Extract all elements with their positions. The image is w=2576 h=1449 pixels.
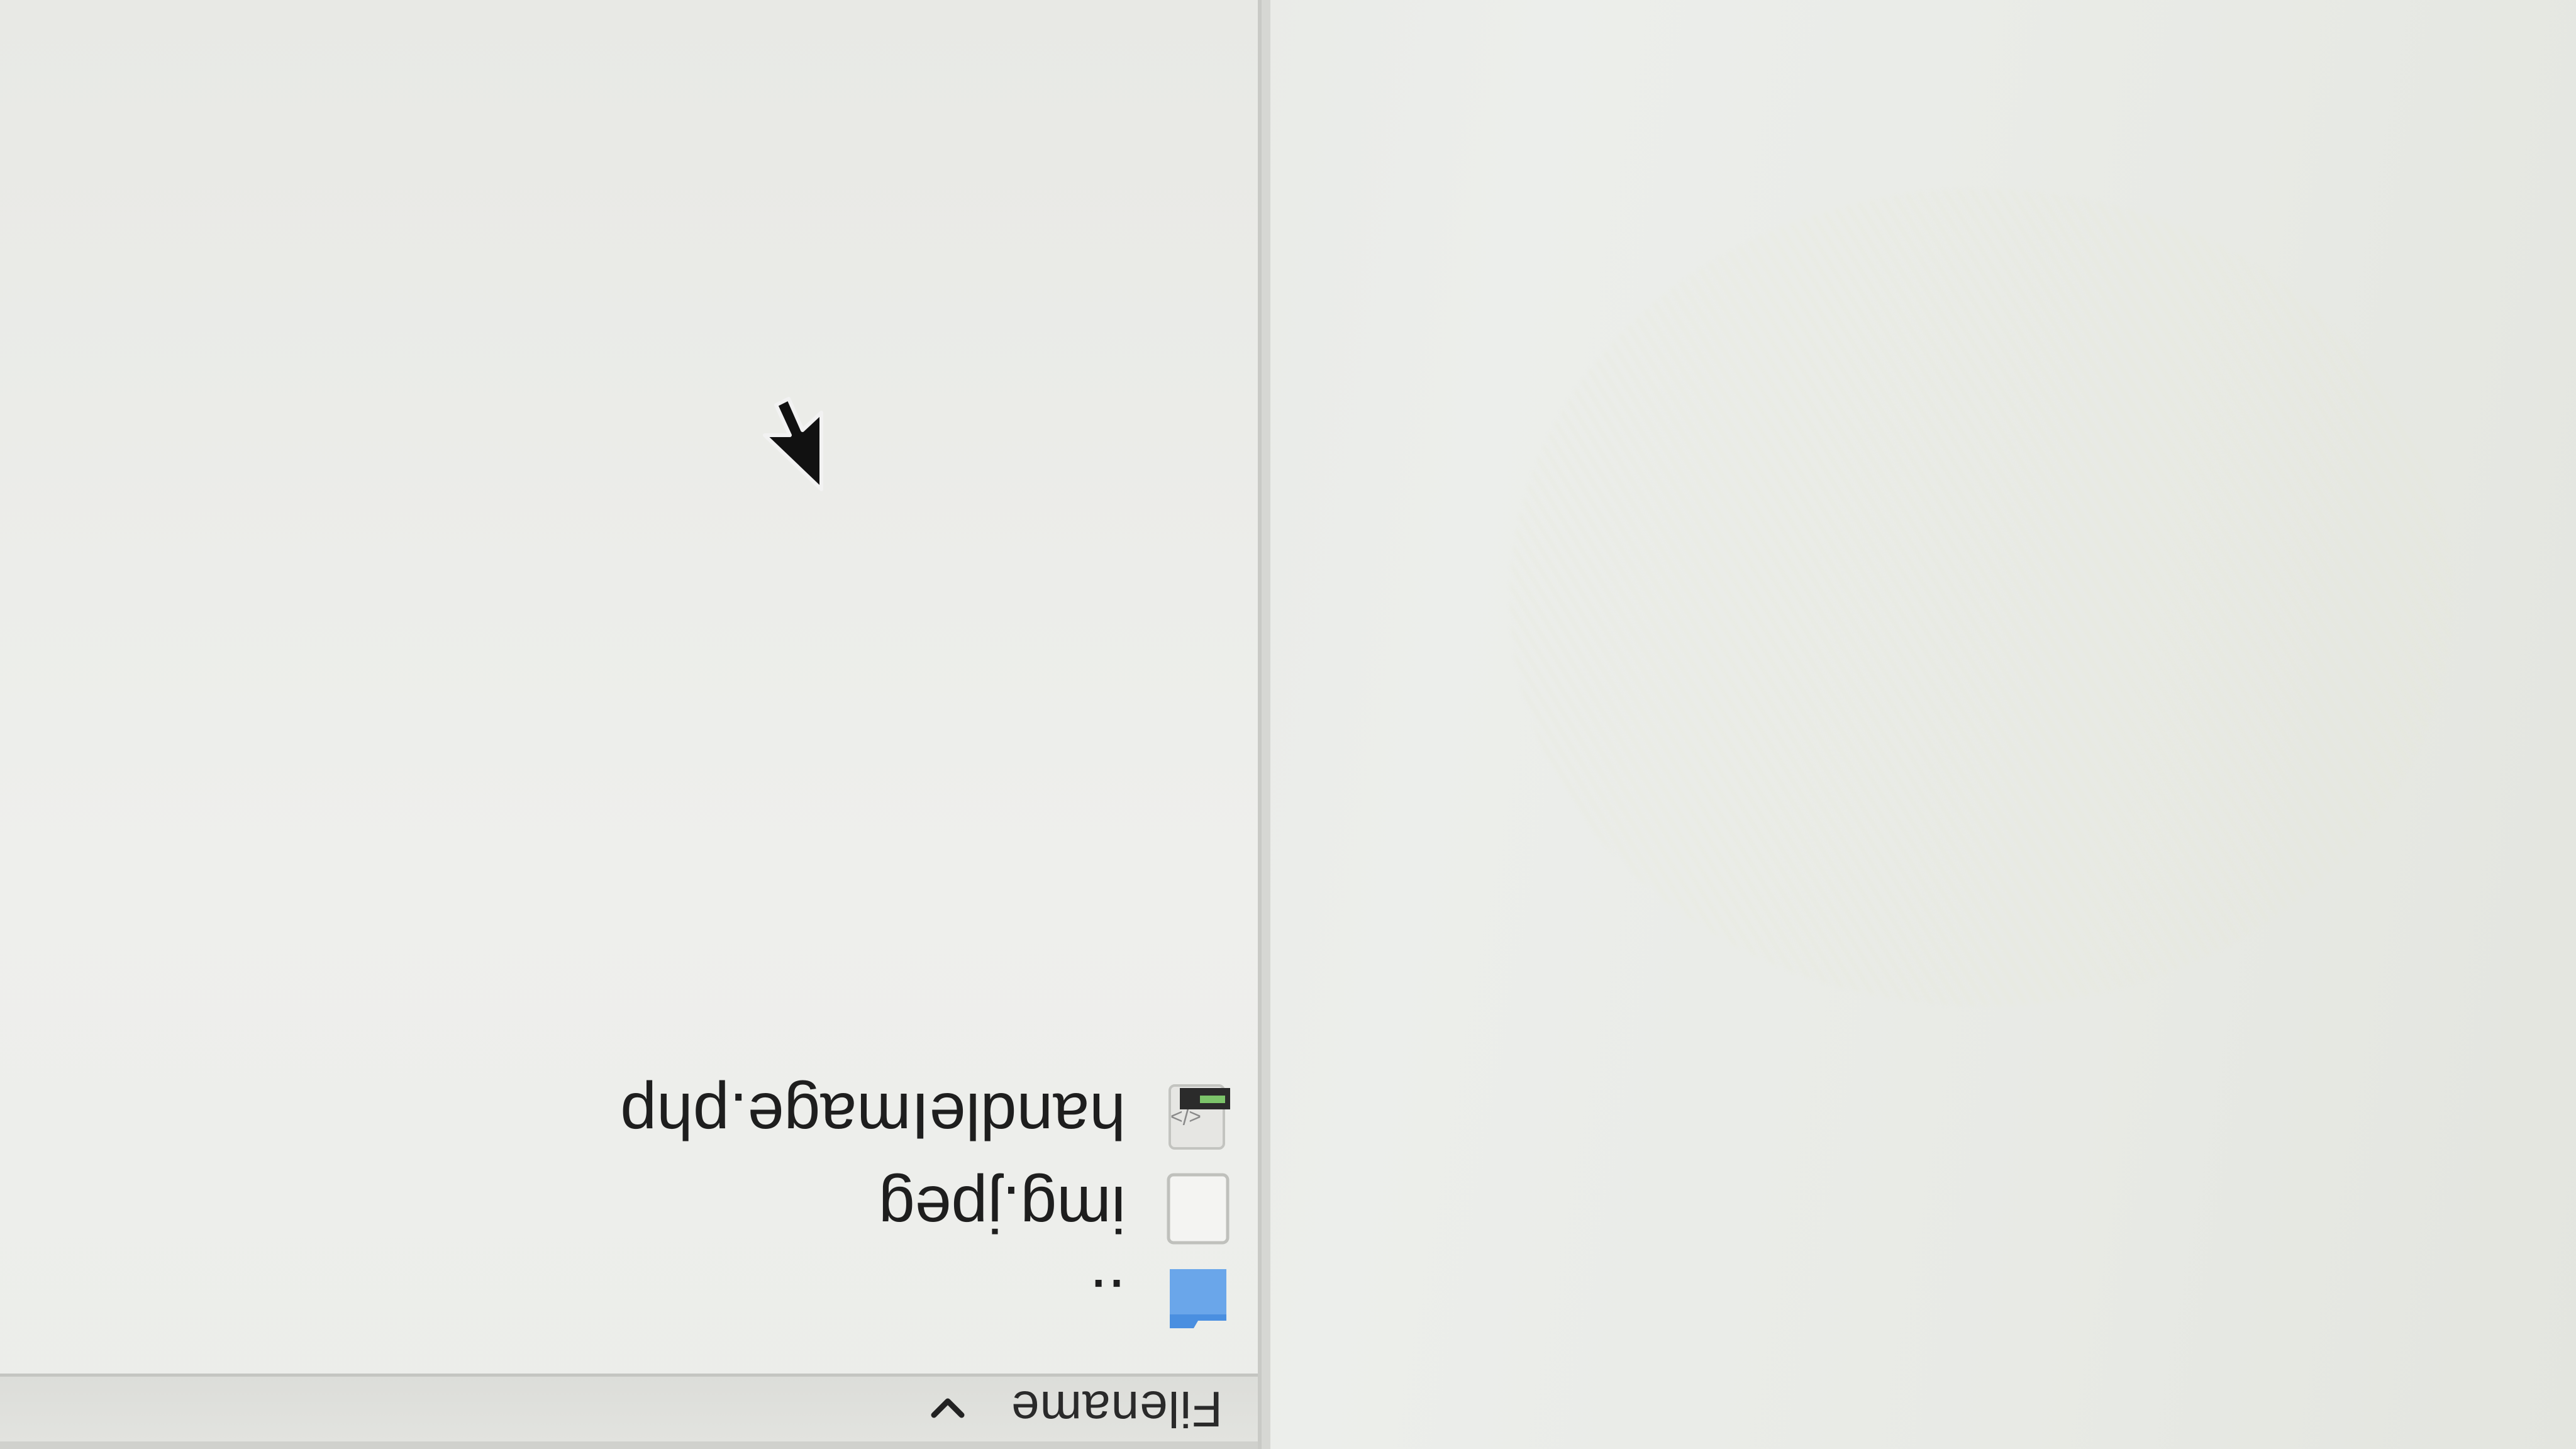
screen: Filename .. img.jpeg </> handleImage.php (0, 0, 2576, 1449)
empty-area (1262, 0, 2576, 1449)
chevron-down-icon[interactable] (929, 1391, 967, 1428)
parent-folder-icon (1163, 1264, 1233, 1340)
file-name: img.jpeg (878, 1172, 1126, 1246)
file-name: .. (1089, 1265, 1126, 1339)
list-item[interactable]: .. (0, 1255, 1233, 1348)
list-item[interactable]: </> handleImage.php (0, 1069, 1233, 1162)
php-file-icon: </> (1163, 1078, 1233, 1153)
mouse-cursor-icon (752, 392, 828, 493)
list-item[interactable]: img.jpeg (0, 1162, 1233, 1255)
rotated-view: Filename .. img.jpeg </> handleImage.php (0, 0, 2576, 1449)
file-browser-panel: Filename .. img.jpeg </> handleImage.php (0, 0, 1262, 1449)
column-header-filename[interactable]: Filename (0, 1374, 1258, 1449)
file-name: handleImage.php (620, 1079, 1126, 1153)
image-file-icon (1163, 1171, 1233, 1246)
column-header-label: Filename (1010, 1381, 1223, 1438)
file-list: .. img.jpeg </> handleImage.php (0, 1069, 1233, 1348)
